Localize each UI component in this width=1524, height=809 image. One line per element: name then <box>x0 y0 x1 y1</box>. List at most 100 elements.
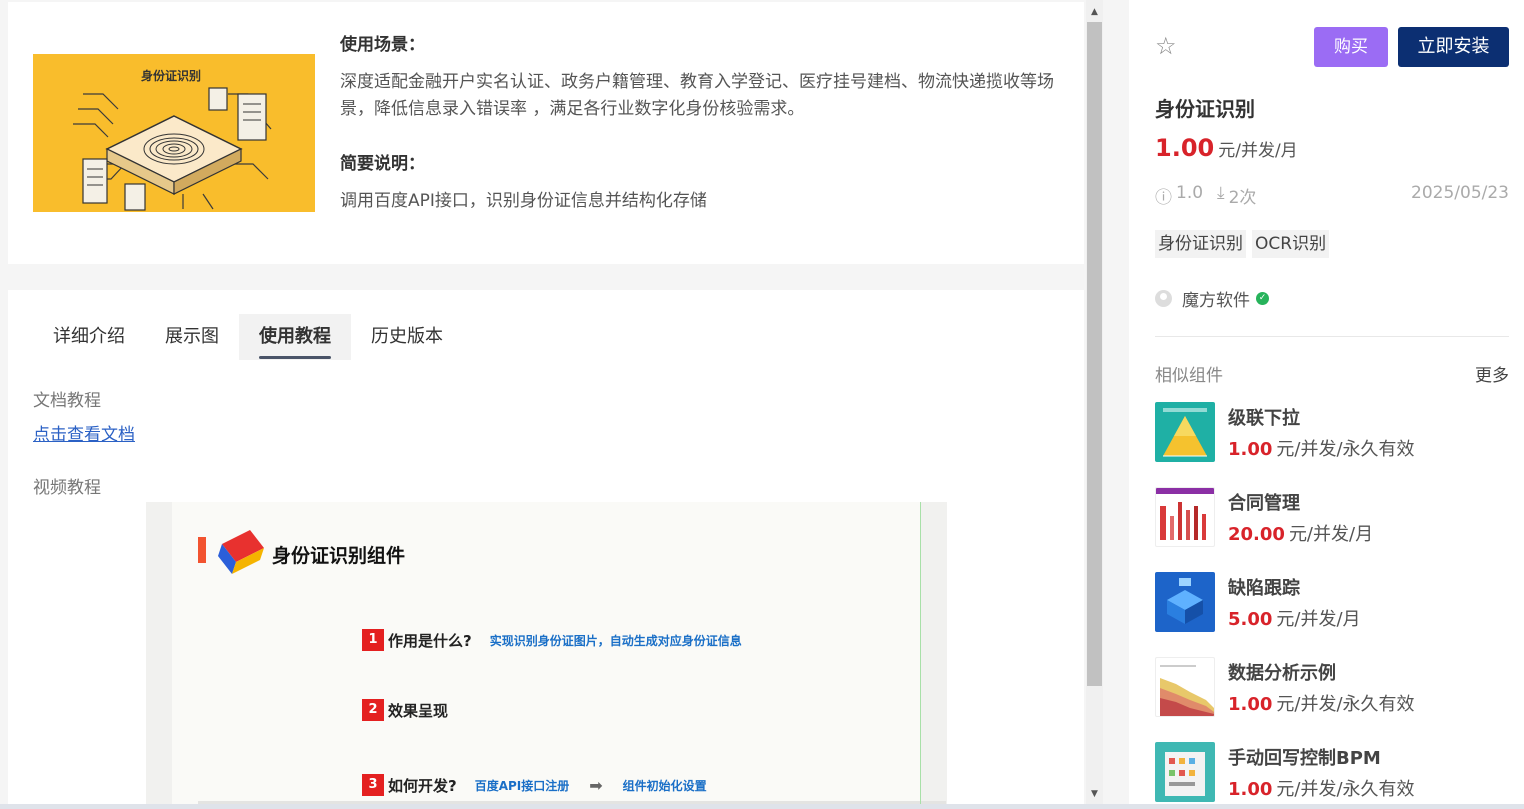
similar-header: 相似组件 更多 <box>1155 361 1509 386</box>
doc-tutorial-label: 文档教程 <box>33 391 101 411</box>
download-icon: ⤓ <box>1217 183 1225 203</box>
video-item-1: 1 作用是什么? 实现识别身份证图片，自动生成对应身份证信息 <box>362 629 742 651</box>
tag-list: 身份证识别 OCR识别 <box>1155 230 1335 258</box>
price-value: 1.00 <box>1155 134 1215 162</box>
install-button[interactable]: 立即安装 <box>1398 27 1509 67</box>
tab-history[interactable]: 历史版本 <box>351 314 463 360</box>
tab-details[interactable]: 详细介绍 <box>33 314 145 360</box>
intro-card: 身份证识别 使用场景： 深度适配金融开户实名认证、政务户籍管理、教育入学登记、医… <box>8 2 1084 264</box>
item-question: 效果呈现 <box>388 701 449 720</box>
similar-price-value: 1.00 <box>1228 694 1273 715</box>
item-step-2: 组件初始化设置 <box>622 778 707 793</box>
bug-tracking-icon <box>1167 578 1203 624</box>
similar-item[interactable]: 手动回写控制BPM 1.00 元/并发/永久有效 <box>1155 742 1509 804</box>
similar-price-value: 20.00 <box>1228 524 1285 545</box>
title-accent-bar <box>198 537 206 563</box>
tag[interactable]: OCR识别 <box>1252 230 1330 258</box>
view-doc-link[interactable]: 点击查看文档 <box>33 420 135 445</box>
pyramid-chart-icon <box>1163 408 1207 457</box>
tab-screenshots[interactable]: 展示图 <box>145 314 239 360</box>
similar-item[interactable]: 级联下拉 1.00 元/并发/永久有效 <box>1155 402 1509 464</box>
vendor-name[interactable]: 魔方软件 <box>1182 286 1250 311</box>
favorite-star-icon[interactable]: ☆ <box>1155 34 1177 58</box>
tag[interactable]: 身份证识别 <box>1155 230 1246 258</box>
publish-date: 2025/05/23 <box>1411 183 1509 203</box>
similar-thumbnail <box>1155 402 1215 462</box>
similar-price: 1.00 元/并发/永久有效 <box>1228 690 1415 716</box>
similar-price-unit: 元/并发/永久有效 <box>1276 439 1415 460</box>
bar-chart-icon <box>1156 488 1214 540</box>
similar-name: 合同管理 <box>1228 493 1300 514</box>
similar-thumbnail <box>1155 742 1215 802</box>
similar-thumbnail <box>1155 487 1215 547</box>
similar-thumbnail <box>1155 657 1215 717</box>
similar-price-unit: 元/并发/月 <box>1288 524 1374 545</box>
similar-item[interactable]: 合同管理 20.00 元/并发/月 <box>1155 487 1509 549</box>
more-link[interactable]: 更多 <box>1475 361 1509 386</box>
area-chart-icon <box>1160 665 1214 716</box>
item-step-1: 百度API接口注册 <box>474 778 570 793</box>
similar-heading: 相似组件 <box>1155 366 1223 386</box>
similar-price-value: 5.00 <box>1228 609 1273 630</box>
video-title: 身份证识别组件 <box>272 545 406 567</box>
tabs-card: 详细介绍 展示图 使用教程 历史版本 文档教程 点击查看文档 视频教程 身份证识… <box>8 290 1084 809</box>
video-tutorial-label: 视频教程 <box>33 478 101 498</box>
bpm-board-icon <box>1165 752 1205 796</box>
tab-bar: 详细介绍 展示图 使用教程 历史版本 <box>33 314 463 360</box>
item-number: 3 <box>362 774 384 796</box>
scroll-down-arrow-icon[interactable]: ▼ <box>1086 787 1103 801</box>
version-icon: ⓘ <box>1155 188 1172 208</box>
price-unit: 元/并发/月 <box>1218 141 1298 161</box>
similar-price-unit: 元/并发/月 <box>1276 609 1361 630</box>
intro-description: 使用场景： 深度适配金融开户实名认证、政务户籍管理、教育入学登记、医疗挂号建档、… <box>340 30 1070 215</box>
product-meta: ⓘ 1.0 ⤓ 2次 2025/05/23 <box>1155 183 1509 208</box>
scene-heading: 使用场景： <box>340 35 425 55</box>
tab-tutorial[interactable]: 使用教程 <box>239 314 351 360</box>
scene-text: 深度适配金融开户实名认证、政务户籍管理、教育入学登记、医疗挂号建档、物流快递揽收… <box>340 72 1054 119</box>
video-item-2: 2 效果呈现 <box>362 699 448 721</box>
product-sidebar: ☆ 购买 立即安装 身份证识别 1.00 元/并发/月 ⓘ 1.0 ⤓ 2次 20… <box>1129 0 1524 809</box>
summary-text: 调用百度API接口，识别身份证信息并结构化存储 <box>340 191 707 211</box>
item-question: 如何开发? <box>388 776 457 795</box>
video-frame: 身份证识别组件 1 作用是什么? 实现识别身份证图片，自动生成对应身份证信息 2… <box>172 502 946 809</box>
similar-price-unit: 元/并发/永久有效 <box>1276 694 1415 715</box>
similar-price-value: 1.00 <box>1228 439 1273 460</box>
main-content: 身份证识别 使用场景： 深度适配金融开户实名认证、政务户籍管理、教育入学登记、医… <box>0 0 1087 809</box>
similar-name: 数据分析示例 <box>1228 663 1336 684</box>
similar-name: 级联下拉 <box>1228 408 1300 429</box>
arrow-right-icon: ➡ <box>589 775 603 795</box>
similar-price-unit: 元/并发/永久有效 <box>1276 779 1415 800</box>
scroll-up-arrow-icon[interactable]: ▲ <box>1086 6 1103 18</box>
video-edge-line <box>920 502 921 809</box>
product-price: 1.00 元/并发/月 <box>1155 134 1298 162</box>
fingerprint-chip-illustration <box>73 87 272 211</box>
similar-price: 5.00 元/并发/月 <box>1228 605 1361 631</box>
item-number: 1 <box>362 629 384 651</box>
product-title: 身份证识别 <box>1155 97 1255 121</box>
similar-price-value: 1.00 <box>1228 779 1273 800</box>
divider <box>1155 336 1509 337</box>
version-value: 1.0 <box>1176 183 1204 203</box>
similar-price: 1.00 元/并发/永久有效 <box>1228 775 1415 801</box>
similar-thumbnail <box>1155 572 1215 632</box>
vendor-info[interactable]: 魔方软件 ✓ <box>1155 286 1269 311</box>
similar-item[interactable]: 缺陷跟踪 5.00 元/并发/月 <box>1155 572 1509 634</box>
video-player[interactable]: 身份证识别组件 1 作用是什么? 实现识别身份证图片，自动生成对应身份证信息 2… <box>146 502 947 809</box>
buy-button[interactable]: 购买 <box>1314 27 1388 67</box>
scrollbar-thumb[interactable] <box>1087 22 1102 686</box>
item-answer: 实现识别身份证图片，自动生成对应身份证信息 <box>489 633 742 648</box>
similar-item[interactable]: 数据分析示例 1.00 元/并发/永久有效 <box>1155 657 1509 719</box>
summary-heading: 简要说明： <box>340 154 425 174</box>
vendor-avatar-icon <box>1155 290 1172 307</box>
download-count: 2次 <box>1228 188 1257 208</box>
taskbar-strip <box>0 804 1524 809</box>
similar-price: 1.00 元/并发/永久有效 <box>1228 435 1415 461</box>
main-scrollbar[interactable]: ▲ ▼ <box>1086 0 1103 809</box>
product-logo-icon <box>218 530 264 574</box>
item-question: 作用是什么? <box>388 631 472 650</box>
similar-name: 缺陷跟踪 <box>1228 578 1300 599</box>
verified-badge-icon: ✓ <box>1256 292 1269 305</box>
item-number: 2 <box>362 699 384 721</box>
similar-name: 手动回写控制BPM <box>1228 748 1381 769</box>
video-item-3: 3 如何开发? 百度API接口注册 ➡ 组件初始化设置 <box>362 774 707 796</box>
